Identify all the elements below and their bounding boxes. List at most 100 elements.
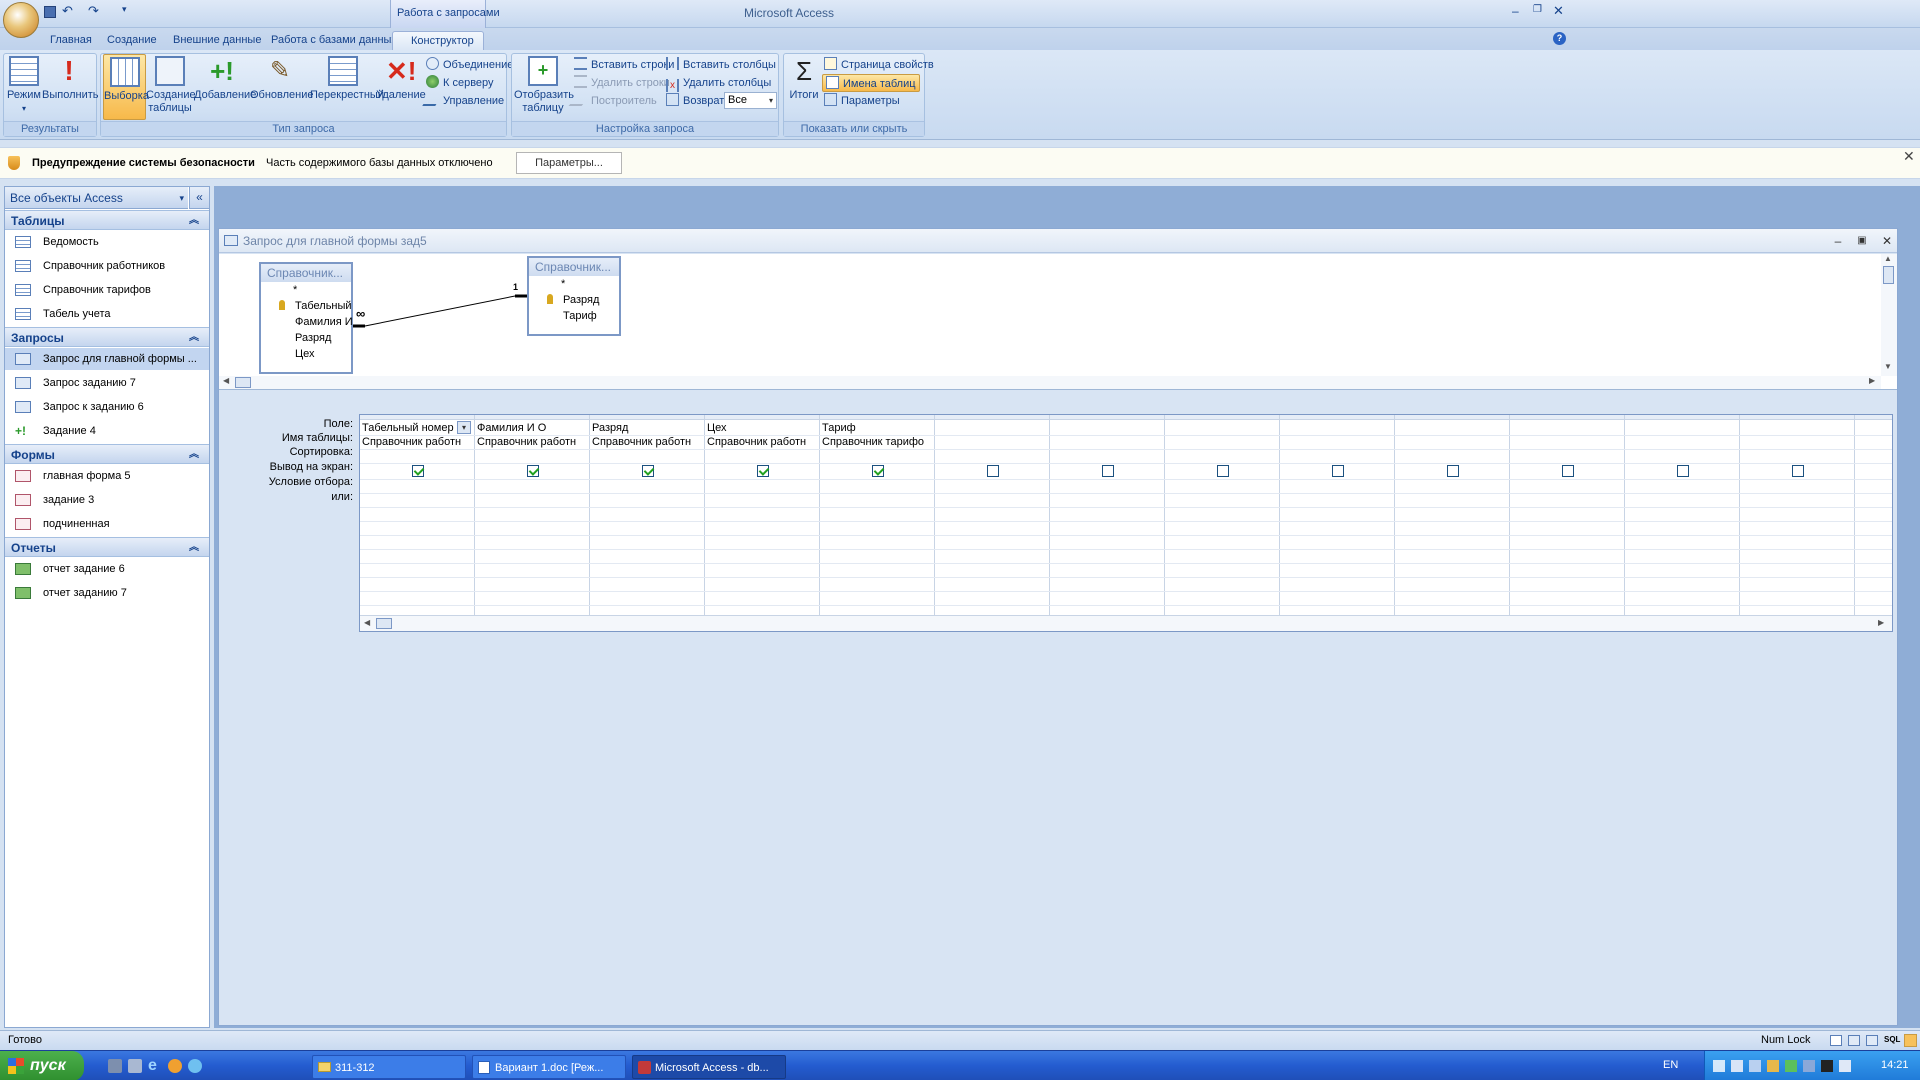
save-icon[interactable] bbox=[44, 6, 56, 18]
grid-table-cell[interactable]: Справочник тарифо bbox=[822, 435, 933, 449]
grid-column[interactable] bbox=[1050, 415, 1165, 629]
tray-icon[interactable] bbox=[1821, 1060, 1833, 1072]
nav-collapse-button[interactable]: « bbox=[189, 187, 209, 209]
grid-table-cell[interactable] bbox=[1397, 435, 1508, 449]
close-button[interactable]: ✕ bbox=[1553, 3, 1564, 19]
view-pivot-icon[interactable] bbox=[1848, 1035, 1860, 1046]
grid-column[interactable] bbox=[1625, 415, 1740, 629]
tray-icon[interactable] bbox=[1803, 1060, 1815, 1072]
nav-group-reports[interactable]: Отчеты ︽ bbox=[5, 537, 209, 557]
scroll-thumb[interactable] bbox=[376, 618, 392, 629]
tab-external-data[interactable]: Внешние данные bbox=[165, 31, 269, 50]
insert-rows-button[interactable]: Вставить строки bbox=[574, 56, 674, 74]
nav-item-query-selected[interactable]: Запрос для главной формы ... bbox=[5, 348, 209, 370]
tab-database-tools[interactable]: Работа с базами данных bbox=[263, 31, 405, 50]
office-button[interactable] bbox=[3, 2, 39, 38]
ie-icon[interactable]: e bbox=[148, 1057, 157, 1075]
show-checkbox[interactable] bbox=[1676, 465, 1689, 477]
field-row[interactable]: Фамилия И bbox=[261, 314, 353, 330]
tray-icon[interactable] bbox=[1749, 1060, 1761, 1072]
grid-table-cell[interactable]: Справочник работн bbox=[362, 435, 473, 449]
taskbar-window-access[interactable]: Microsoft Access - db... bbox=[632, 1055, 786, 1079]
tab-home[interactable]: Главная bbox=[42, 31, 100, 50]
grid-field-cell[interactable] bbox=[1167, 421, 1264, 435]
make-table-button[interactable]: Создание таблицы bbox=[146, 56, 196, 115]
diagram-vertical-scrollbar[interactable]: ▲ ▼ bbox=[1881, 254, 1897, 376]
insert-cols-button[interactable]: Вставить столбцы bbox=[666, 56, 776, 74]
diagram-horizontal-scrollbar[interactable]: ◀ ▶ bbox=[219, 376, 1881, 389]
update-button[interactable]: ✎ Обновление bbox=[250, 56, 314, 102]
nav-item-form[interactable]: задание 3 bbox=[5, 489, 209, 511]
scroll-thumb[interactable] bbox=[1883, 266, 1894, 284]
grid-column[interactable] bbox=[1280, 415, 1395, 629]
grid-field-cell[interactable] bbox=[1397, 421, 1494, 435]
nav-item-table[interactable]: Табель учета bbox=[5, 303, 209, 325]
nav-item-table[interactable]: Справочник тарифов bbox=[5, 279, 209, 301]
nav-group-tables[interactable]: Таблицы ︽ bbox=[5, 210, 209, 230]
view-sql-icon[interactable]: SQL bbox=[1884, 1035, 1900, 1044]
source-table-tariffs[interactable]: Справочник... * Разряд Тариф bbox=[527, 256, 621, 336]
grid-column[interactable] bbox=[1740, 415, 1855, 629]
union-button[interactable]: Объединение bbox=[426, 56, 513, 74]
customize-qat-icon[interactable]: ▾ bbox=[122, 4, 127, 15]
minimize-button[interactable]: – bbox=[1512, 4, 1519, 18]
grid-column[interactable] bbox=[1395, 415, 1510, 629]
crosstab-button[interactable]: Перекрестный bbox=[310, 56, 384, 102]
quicklaunch-icon[interactable] bbox=[108, 1059, 122, 1073]
show-checkbox[interactable] bbox=[1446, 465, 1459, 477]
table-names-button[interactable]: Имена таблиц bbox=[822, 74, 920, 92]
source-table-employees[interactable]: Справочник... * Табельный Фамилия И Разр… bbox=[259, 262, 353, 374]
table-diagram-pane[interactable]: Справочник... * Табельный Фамилия И Разр… bbox=[219, 254, 1897, 389]
taskbar-window-word[interactable]: Вариант 1.doc [Реж... bbox=[472, 1055, 626, 1079]
grid-column[interactable] bbox=[1165, 415, 1280, 629]
window-minimize-button[interactable]: – bbox=[1831, 234, 1845, 248]
field-row[interactable]: Разряд bbox=[529, 292, 619, 308]
grid-table-cell[interactable] bbox=[1742, 435, 1853, 449]
grid-table-cell[interactable]: Справочник работн bbox=[592, 435, 703, 449]
grid-field-cell[interactable] bbox=[1742, 421, 1839, 435]
grid-table-cell[interactable] bbox=[1512, 435, 1623, 449]
grid-table-cell[interactable] bbox=[1052, 435, 1163, 449]
nav-item-table[interactable]: Справочник работников bbox=[5, 255, 209, 277]
show-checkbox[interactable] bbox=[1791, 465, 1804, 477]
grid-column[interactable]: Разряд Справочник работн bbox=[590, 415, 705, 629]
grid-field-cell[interactable]: Разряд bbox=[592, 421, 689, 435]
field-row[interactable]: * bbox=[529, 276, 619, 292]
field-dropdown-chevron-icon[interactable]: ▾ bbox=[457, 421, 471, 434]
view-datasheet-icon[interactable] bbox=[1830, 1035, 1842, 1046]
delete-query-button[interactable]: ✕! Удаление bbox=[376, 56, 426, 102]
show-checkbox[interactable] bbox=[756, 465, 769, 477]
select-query-button[interactable]: Выборка bbox=[103, 54, 149, 120]
grid-column[interactable]: Тариф Справочник тарифо bbox=[820, 415, 935, 629]
grid-field-cell[interactable] bbox=[1627, 421, 1724, 435]
show-checkbox[interactable] bbox=[526, 465, 539, 477]
show-table-button[interactable]: + Отобразить таблицу bbox=[514, 56, 574, 115]
show-checkbox[interactable] bbox=[1561, 465, 1574, 477]
grid-column[interactable] bbox=[1510, 415, 1625, 629]
redo-icon[interactable]: ↷ bbox=[88, 3, 99, 19]
tray-icon[interactable] bbox=[1731, 1060, 1743, 1072]
grid-horizontal-scrollbar[interactable]: ◀ ▶ bbox=[360, 615, 1892, 631]
start-button[interactable]: пуск bbox=[0, 1051, 84, 1080]
quicklaunch-icon[interactable] bbox=[188, 1059, 202, 1073]
pane-splitter[interactable] bbox=[219, 389, 1897, 395]
nav-item-form[interactable]: подчиненная bbox=[5, 513, 209, 535]
grid-table-cell[interactable]: Справочник работн bbox=[707, 435, 818, 449]
tab-create[interactable]: Создание bbox=[99, 31, 165, 50]
window-maximize-button[interactable]: ▣ bbox=[1855, 234, 1869, 248]
delete-rows-button[interactable]: Удалить строки bbox=[574, 74, 670, 92]
tray-icon[interactable] bbox=[1785, 1060, 1797, 1072]
field-row[interactable]: Разряд bbox=[261, 330, 351, 346]
query-design-grid[interactable]: Табельный номер ▾ Справочник работн Фамилия… bbox=[359, 414, 1893, 632]
view-design-icon[interactable] bbox=[1904, 1034, 1917, 1047]
grid-table-cell[interactable]: Справочник работн bbox=[477, 435, 588, 449]
grid-table-cell[interactable] bbox=[1282, 435, 1393, 449]
quicklaunch-icon[interactable] bbox=[128, 1059, 142, 1073]
nav-item-report[interactable]: отчет заданию 7 bbox=[5, 582, 209, 604]
to-server-button[interactable]: К серверу bbox=[426, 74, 494, 92]
grid-field-cell[interactable] bbox=[937, 421, 1034, 435]
grid-column[interactable] bbox=[935, 415, 1050, 629]
tray-icon[interactable] bbox=[1713, 1060, 1725, 1072]
close-message-bar-icon[interactable]: ✕ bbox=[1903, 148, 1915, 165]
nav-item-table[interactable]: Ведомость bbox=[5, 231, 209, 253]
